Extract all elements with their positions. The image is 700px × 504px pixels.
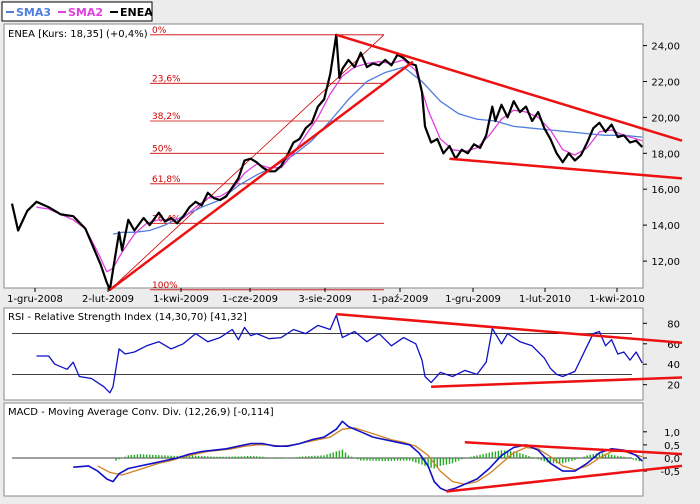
fib-level-label: 50% bbox=[152, 144, 172, 154]
rsi-panel-title: RSI - Relative Strength Index (14,30,70)… bbox=[8, 312, 247, 323]
legend-label-enea: ENEA bbox=[120, 6, 153, 19]
legend-bar: SMA3 SMA2 ENEA bbox=[1, 1, 153, 22]
fib-level-label: 23,6% bbox=[152, 74, 181, 84]
price-panel bbox=[3, 23, 644, 289]
date-tick-label: 1-kwi-2009 bbox=[153, 294, 209, 305]
price-axis-tick-label: 12,00 bbox=[651, 257, 680, 268]
date-tick-label: 1-kwi-2010 bbox=[589, 294, 645, 305]
macd-panel-title: MACD - Moving Average Conv. Div. (12,26,… bbox=[8, 407, 274, 418]
legend-label-sma3: SMA3 bbox=[16, 6, 51, 19]
rsi-axis-tick-label: 80 bbox=[667, 319, 680, 330]
price-axis-tick-label: 18,00 bbox=[651, 149, 680, 160]
fib-level-label: 100% bbox=[152, 281, 178, 291]
date-tick-label: 1-lut-2010 bbox=[519, 294, 571, 305]
rsi-axis-tick-label: 20 bbox=[667, 381, 680, 392]
macd-axis-tick-label: 1,0 bbox=[664, 428, 680, 439]
price-axis-tick-label: 20,00 bbox=[651, 113, 680, 124]
stock-chart-window: SMA3 SMA2 ENEA 0% 23,6% 38,2% 50% 61,8% 76,4%… bbox=[0, 0, 700, 500]
rsi-axis-tick-label: 40 bbox=[667, 360, 680, 371]
stock-chart-svg: SMA3 SMA2 ENEA 0%23,6%38,2%50%61,8%76,4%… bbox=[0, 0, 700, 500]
date-tick-label: 3-sie-2009 bbox=[298, 294, 351, 305]
price-panel-title: ENEA [Kurs: 18,35] (+0,4%) bbox=[8, 29, 148, 40]
date-tick-label: 1-gru-2008 bbox=[7, 294, 63, 305]
macd-axis-tick-label: 0,5 bbox=[664, 441, 680, 452]
macd-axis-tick-label: 0,0 bbox=[664, 454, 680, 465]
fib-level-label: 0% bbox=[152, 26, 167, 36]
date-tick-label: 2-lut-2009 bbox=[82, 294, 134, 305]
date-tick-label: 1-cze-2009 bbox=[222, 294, 278, 305]
price-axis-tick-label: 14,00 bbox=[651, 221, 680, 232]
legend-label-sma2: SMA2 bbox=[68, 6, 103, 19]
fib-level-label: 61,8% bbox=[152, 175, 181, 185]
date-tick-label: 1-paź-2009 bbox=[372, 293, 429, 305]
date-tick-label: 1-gru-2009 bbox=[445, 294, 501, 305]
price-axis-tick-label: 24,00 bbox=[651, 42, 680, 53]
fib-level-label: 38,2% bbox=[152, 112, 181, 122]
price-axis-tick-label: 16,00 bbox=[651, 185, 680, 196]
price-axis-tick-label: 22,00 bbox=[651, 78, 680, 89]
